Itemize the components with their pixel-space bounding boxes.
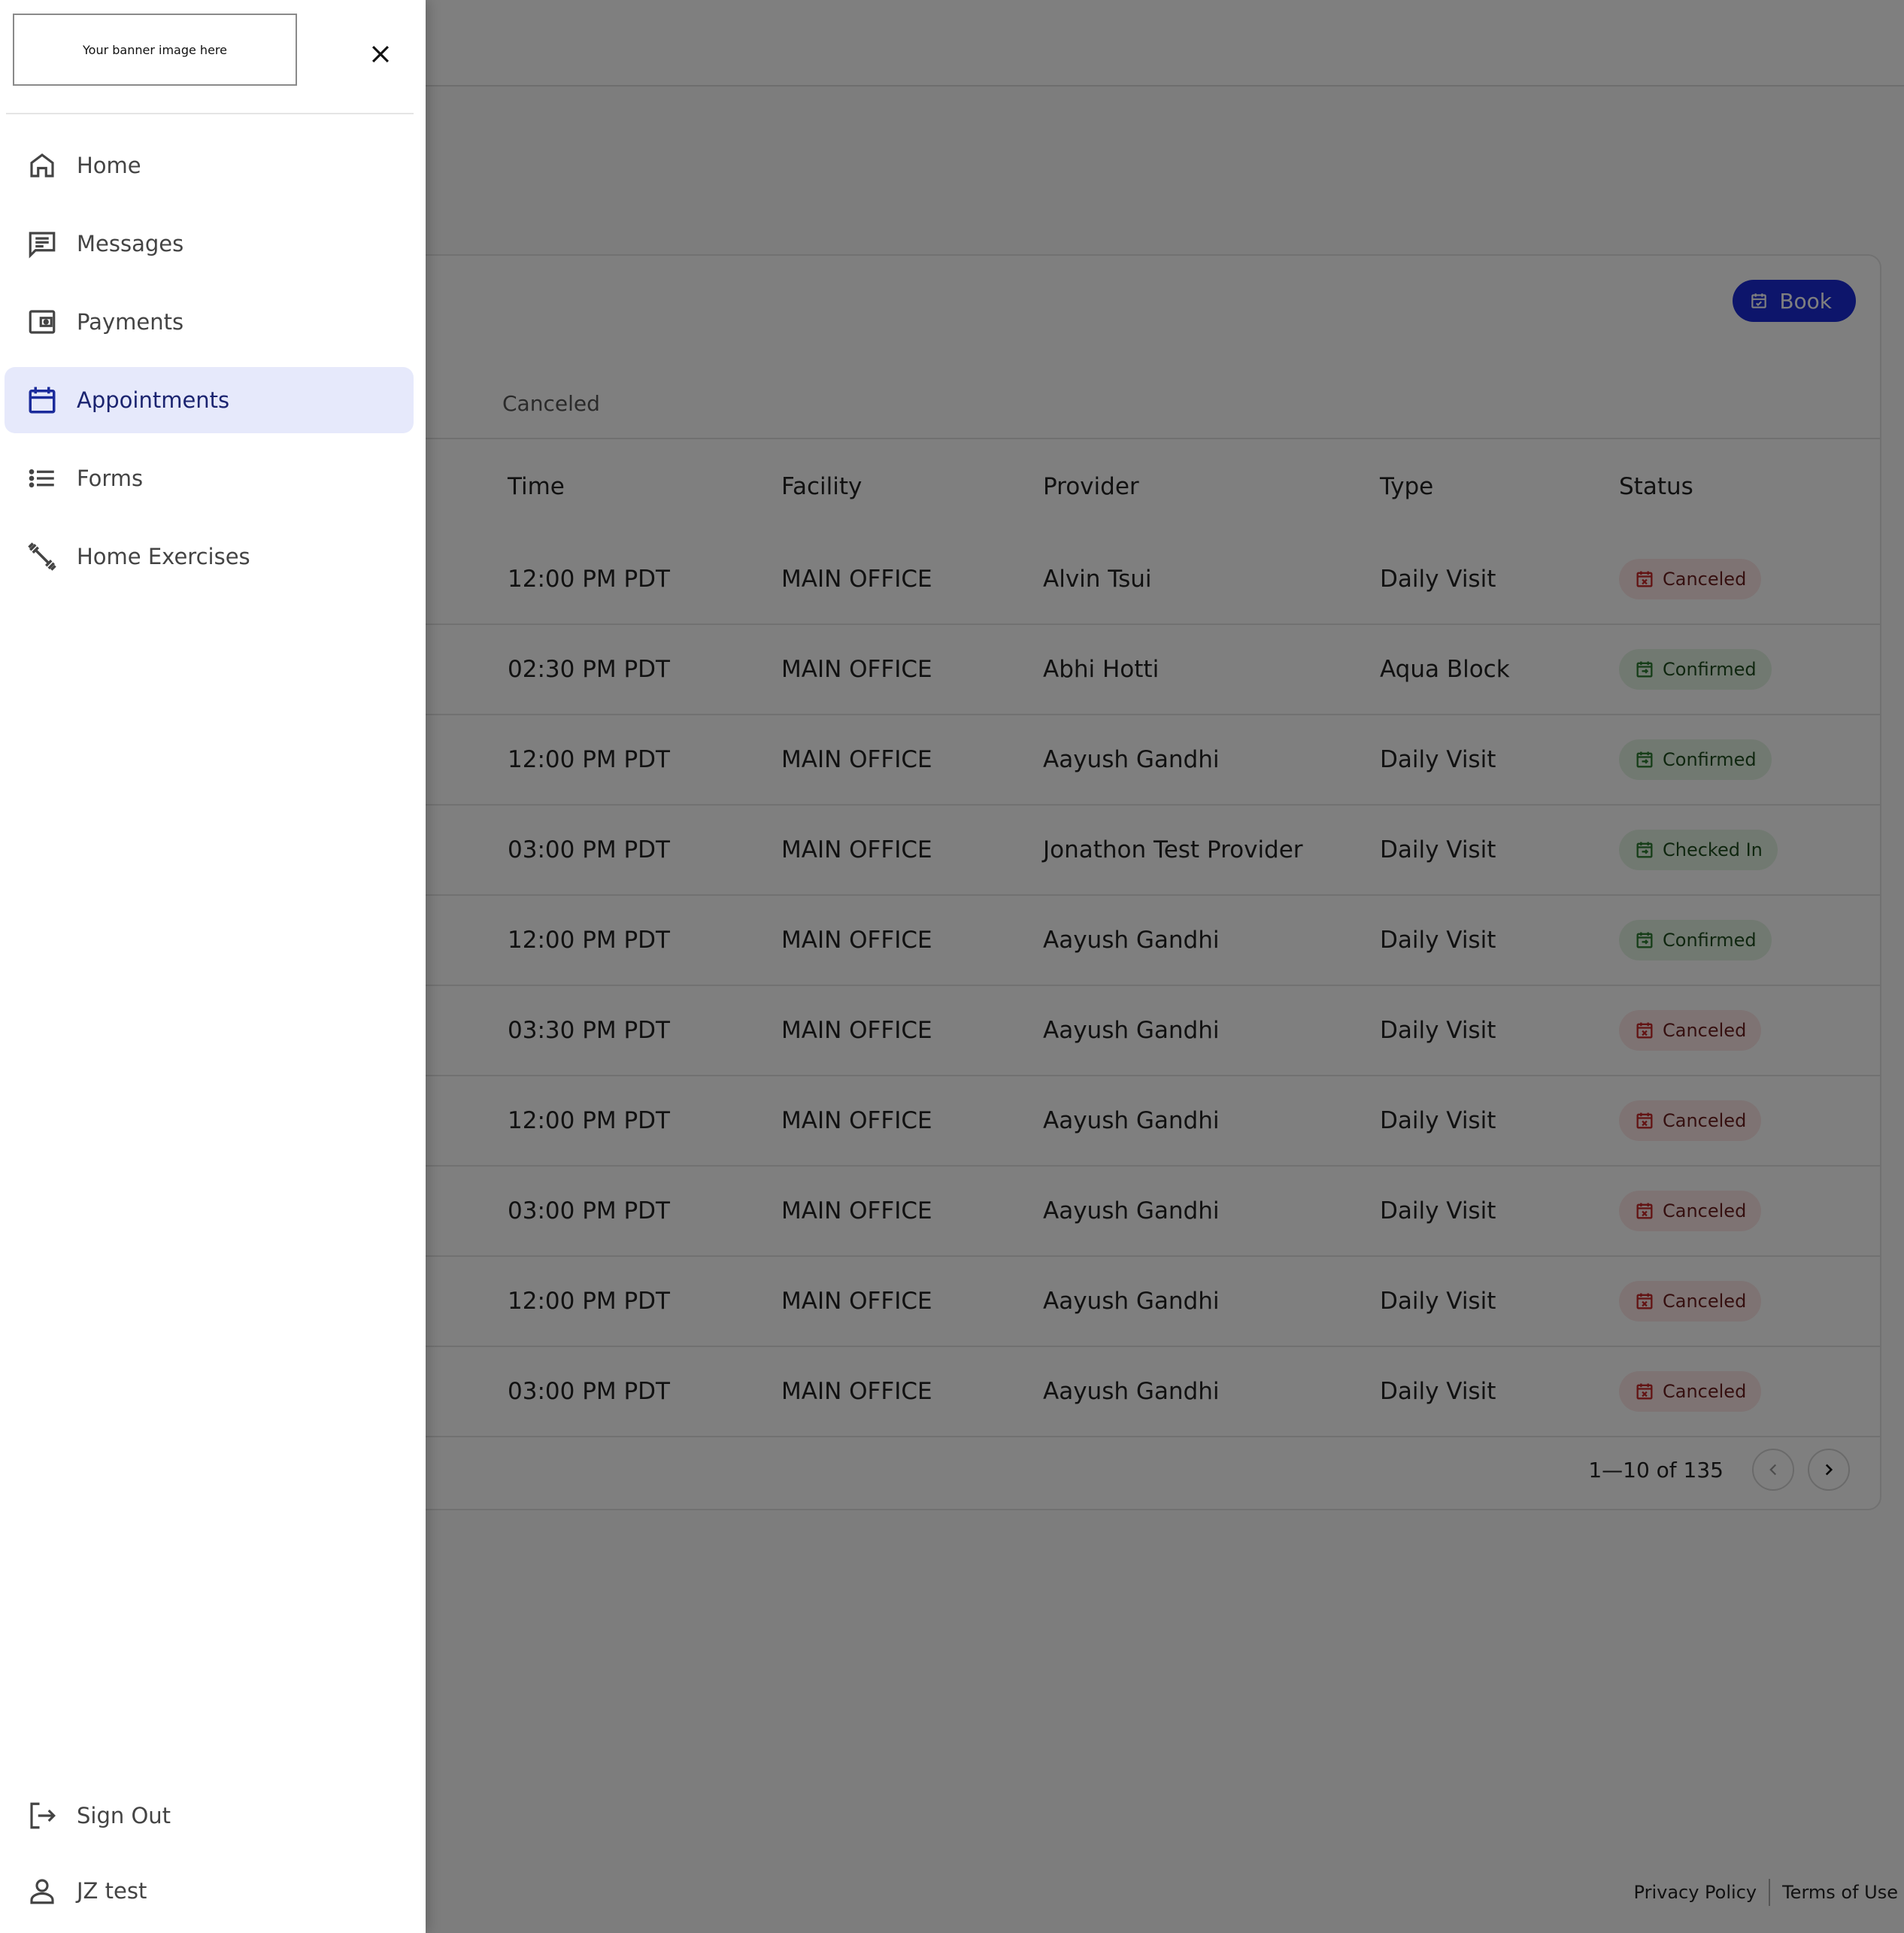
dumbbell-icon xyxy=(26,540,59,573)
nav-item-payments[interactable]: Payments xyxy=(5,289,414,355)
nav-item-home[interactable]: Home xyxy=(5,132,414,199)
nav-item-label: Payments xyxy=(77,309,184,335)
list-icon xyxy=(26,462,59,495)
calendar-icon xyxy=(26,384,59,417)
nav-item-home-exercises[interactable]: Home Exercises xyxy=(5,523,414,590)
home-icon xyxy=(26,149,59,182)
nav-item-messages[interactable]: Messages xyxy=(5,211,414,277)
nav-item-label: JZ test xyxy=(77,1878,147,1904)
user-icon xyxy=(26,1874,59,1907)
nav-item-appointments[interactable]: Appointments xyxy=(5,367,414,433)
nav-item-label: Home xyxy=(77,153,141,178)
nav-item-label: Sign Out xyxy=(77,1803,171,1828)
banner-image-placeholder: Your banner image here xyxy=(13,14,297,86)
nav-item-label: Forms xyxy=(77,466,144,491)
nav-item-label: Home Exercises xyxy=(77,544,250,569)
messages-icon xyxy=(26,227,59,260)
sign-out-icon xyxy=(26,1799,59,1832)
wallet-icon xyxy=(26,305,59,338)
nav-item-sign-out[interactable]: Sign Out xyxy=(5,1783,414,1849)
drawer-divider xyxy=(6,113,414,114)
nav-item-label: Messages xyxy=(77,231,184,256)
close-icon xyxy=(371,45,390,63)
nav-item-forms[interactable]: Forms xyxy=(5,445,414,511)
nav-item-label: Appointments xyxy=(77,387,230,413)
nav-item-user-profile[interactable]: JZ test xyxy=(5,1858,414,1924)
close-drawer-button[interactable] xyxy=(359,33,402,75)
navigation-drawer: Your banner image here Home Messages Pay… xyxy=(0,0,426,1933)
